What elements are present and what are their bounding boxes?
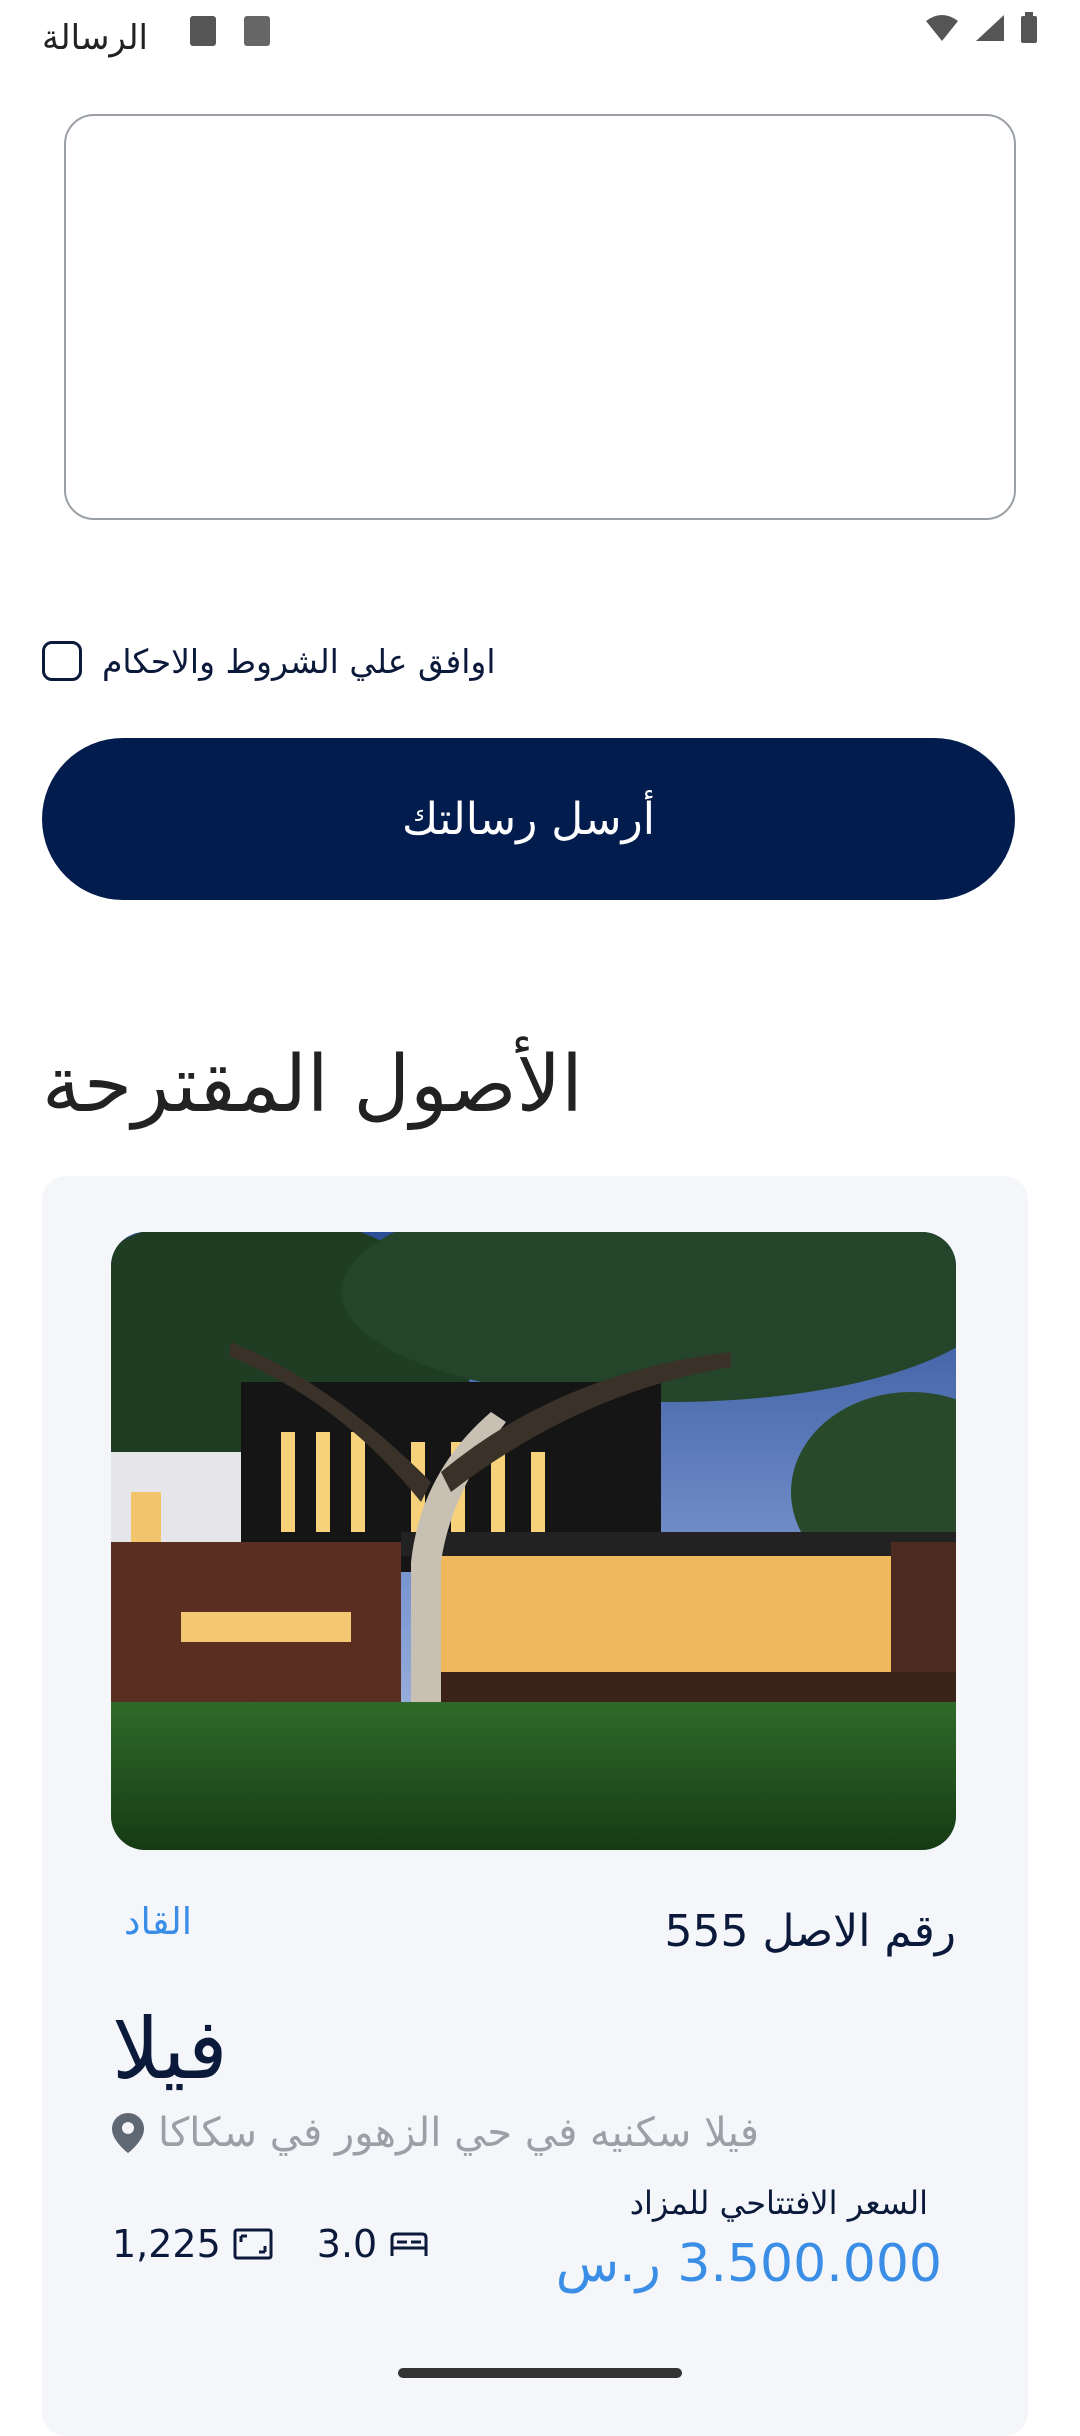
battery-icon [1021,12,1037,43]
area-value: 1,225 [112,2222,221,2266]
home-indicator[interactable] [398,2368,682,2378]
location-row: فيلا سكنيه في حي الزهور في سكاكا [112,2110,759,2156]
price-value: 3.500.000 ر.س [555,2234,942,2294]
terms-row[interactable]: اوافق علي الشروط والاحكام [42,636,562,686]
sd-card-icon [190,16,216,46]
terms-label: اوافق علي الشروط والاحكام [102,641,496,681]
screen-title-overlap: الرسالة [42,18,149,58]
terms-checkbox[interactable] [42,641,82,681]
send-message-button[interactable]: أرسل رسالتك [42,738,1015,900]
a-badge-icon [244,16,270,46]
signal-icon [976,15,1004,41]
asset-number: رقم الاصل 555 [664,1906,956,1957]
notification-icons [190,16,270,46]
wifi-icon [926,15,958,41]
asset-photo[interactable] [111,1232,956,1850]
asset-title: فيلا [112,2000,228,2098]
system-icons [924,12,1038,44]
area-spec: 1,225 [112,2222,273,2266]
message-textarea[interactable] [64,114,1016,520]
area-icon [233,2228,273,2260]
section-title: الأصول المقترحة [42,1040,583,1130]
location-pin-icon [112,2113,144,2153]
location-text: فيلا سكنيه في حي الزهور في سكاكا [158,2110,759,2156]
villa-photo-illustration [111,1232,956,1850]
asset-status-link[interactable]: القاد [124,1900,192,1943]
beds-value: 3.0 [316,2222,378,2266]
send-button-label: أرسل رسالتك [402,793,655,845]
bed-icon [390,2232,428,2256]
price-label: السعر الافتتاحي للمزاد [629,2184,928,2222]
beds-spec: 3.0 [317,2222,429,2266]
asset-specs: 1,225 3.0 [112,2222,429,2266]
